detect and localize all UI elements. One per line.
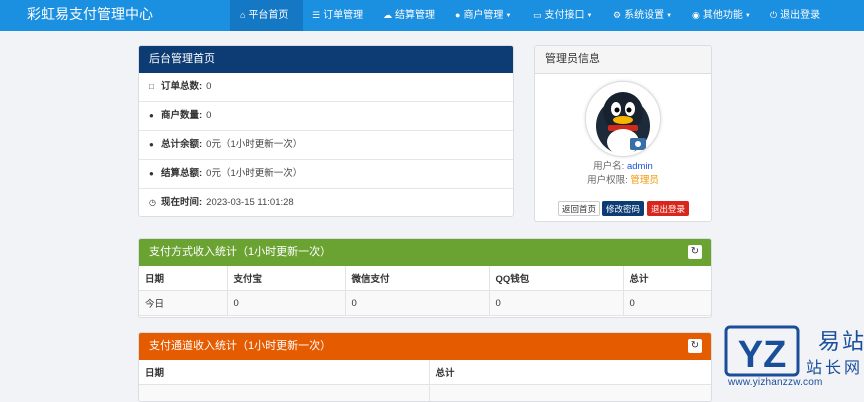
table-header-row: 日期 总计 <box>139 360 711 385</box>
stat-current-time: ◷现在时间:2023-03-15 11:01:28 <box>139 189 513 217</box>
admin-panel: 管理员信息 用户名: admin 用户权限: 管理员 返回首页 修改密码 退出登… <box>534 45 712 222</box>
home-panel: 后台管理首页 □订单总数:0 ●商户数量:0 ●总计余额:0元（1小时更新一次）… <box>138 45 514 217</box>
drop-icon: ● <box>149 102 161 130</box>
col-total: 总计 <box>623 266 711 291</box>
change-password-button[interactable]: 修改密码 <box>602 201 644 216</box>
col-date: 日期 <box>139 360 429 385</box>
home-icon: ⌂ <box>240 0 245 30</box>
table-row <box>139 385 711 402</box>
nav-logout[interactable]: ⏻退出登录 <box>770 0 820 31</box>
globe-icon: ◉ <box>692 0 700 30</box>
watermark-logo-text: YZ <box>738 334 787 376</box>
watermark: YZ 易 站 站 长 网 www.yizhanzzw.com <box>722 323 864 393</box>
pay-channel-stats-panel: 支付通道收入统计（1小时更新一次） ↻ 日期 总计 <box>138 332 712 402</box>
logout-button[interactable]: 退出登录 <box>647 201 689 216</box>
nav-home[interactable]: ⌂平台首页 <box>230 0 303 31</box>
admin-panel-title: 管理员信息 <box>535 46 711 74</box>
stat-total-balance: ●总计余额:0元（1小时更新一次） <box>139 131 513 160</box>
role-value: 管理员 <box>630 175 659 186</box>
pay-method-stats-title: 支付方式收入统计（1小时更新一次） ↻ <box>139 239 711 266</box>
admin-username-line: 用户名: admin <box>535 158 711 172</box>
table-row: 今日 0 0 0 0 <box>139 291 711 316</box>
pay-method-stats-panel: 支付方式收入统计（1小时更新一次） ↻ 日期 支付宝 微信支付 QQ钱包 总计 … <box>138 238 712 318</box>
admin-role-line: 用户权限: 管理员 <box>535 172 711 186</box>
avatar <box>585 81 661 157</box>
cell-wechat: 0 <box>345 291 489 316</box>
pay-channel-table: 日期 总计 <box>139 360 711 402</box>
cell-qq-wallet: 0 <box>489 291 623 316</box>
cloud-icon: ☁ <box>383 0 392 30</box>
refresh-icon[interactable]: ↻ <box>688 339 702 353</box>
watermark-char-5: 网 <box>844 358 860 377</box>
table-header-row: 日期 支付宝 微信支付 QQ钱包 总计 <box>139 266 711 291</box>
nav-merchants[interactable]: ●商户管理▼ <box>455 0 511 31</box>
watermark-char-3: 站 <box>806 358 822 377</box>
brand-title[interactable]: 彩虹易支付管理中心 <box>27 0 153 31</box>
chevron-down-icon: ▼ <box>666 13 672 19</box>
back-home-button[interactable]: 返回首页 <box>558 201 600 216</box>
chevron-down-icon: ▼ <box>587 13 593 19</box>
watermark-char-4: 长 <box>825 358 841 377</box>
chevron-down-icon: ▼ <box>745 13 751 19</box>
qq-penguin-icon <box>586 82 660 156</box>
home-panel-title: 后台管理首页 <box>139 46 513 73</box>
watermark-logo: YZ 易 站 站 长 网 <box>722 323 864 379</box>
nav-system-settings[interactable]: ⚙系统设置▼ <box>613 0 672 31</box>
cell-total: 0 <box>623 291 711 316</box>
refresh-icon[interactable]: ↻ <box>688 245 702 259</box>
username-label: 用户名: <box>593 161 624 172</box>
col-alipay: 支付宝 <box>227 266 345 291</box>
cell-alipay: 0 <box>227 291 345 316</box>
clock-icon: ◷ <box>149 189 161 217</box>
watermark-url: www.yizhanzzw.com <box>728 377 823 388</box>
nav-orders[interactable]: ☰订单管理 <box>312 0 363 31</box>
pay-method-table: 日期 支付宝 微信支付 QQ钱包 总计 今日 0 0 0 0 <box>139 266 711 316</box>
bar-chart-icon: □ <box>149 73 161 101</box>
stat-order-count: □订单总数:0 <box>139 73 513 102</box>
col-total: 总计 <box>429 360 711 385</box>
user-icon: ● <box>455 0 460 30</box>
power-icon: ⏻ <box>770 0 777 30</box>
col-qq-wallet: QQ钱包 <box>489 266 623 291</box>
watermark-char-1: 易 <box>818 330 840 355</box>
gear-icon: ⚙ <box>613 0 621 30</box>
list-icon: ☰ <box>312 0 320 30</box>
top-navbar: 彩虹易支付管理中心 ⌂平台首页 ☰订单管理 ☁结算管理 ●商户管理▼ ▭支付接口… <box>0 0 864 31</box>
stat-merchant-count: ●商户数量:0 <box>139 102 513 131</box>
drop-icon: ● <box>149 160 161 188</box>
pay-channel-stats-title: 支付通道收入统计（1小时更新一次） ↻ <box>139 333 711 360</box>
stat-settlement-total: ●结算总额:0元（1小时更新一次） <box>139 160 513 189</box>
username-value: admin <box>627 161 653 172</box>
col-date: 日期 <box>139 266 227 291</box>
drop-icon: ● <box>149 131 161 159</box>
cell-date: 今日 <box>139 291 227 316</box>
nav-settlement[interactable]: ☁结算管理 <box>383 0 435 31</box>
watermark-char-2: 站 <box>842 330 864 355</box>
nav-payment-interface[interactable]: ▭支付接口▼ <box>533 0 592 31</box>
credit-card-icon: ▭ <box>533 0 542 30</box>
chevron-down-icon: ▼ <box>505 13 511 19</box>
role-label: 用户权限: <box>587 175 628 186</box>
col-wechat: 微信支付 <box>345 266 489 291</box>
nav-other-functions[interactable]: ◉其他功能▼ <box>692 0 751 31</box>
